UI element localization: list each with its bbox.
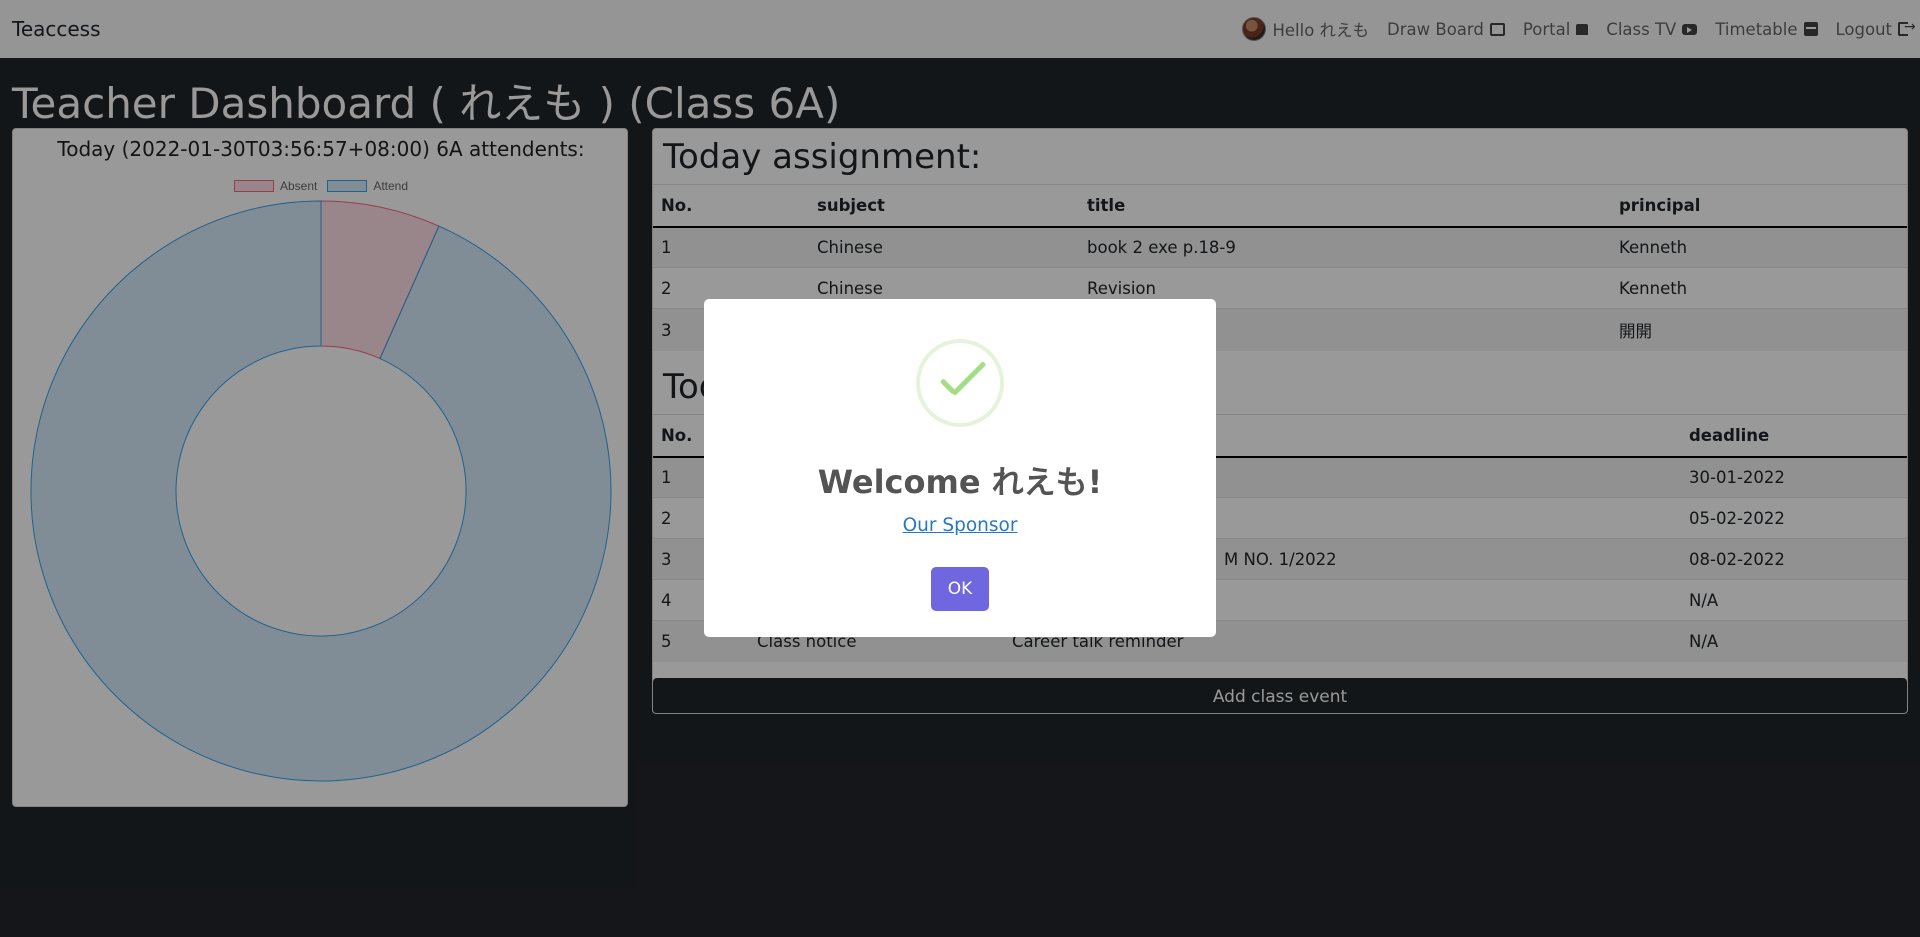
success-check-icon	[916, 339, 1004, 427]
welcome-modal: Welcome れえも! Our Sponsor OK	[704, 299, 1216, 637]
modal-title: Welcome れえも!	[817, 463, 1103, 501]
ok-button[interactable]: OK	[931, 567, 989, 611]
sponsor-link[interactable]: Our Sponsor	[704, 515, 1216, 536]
